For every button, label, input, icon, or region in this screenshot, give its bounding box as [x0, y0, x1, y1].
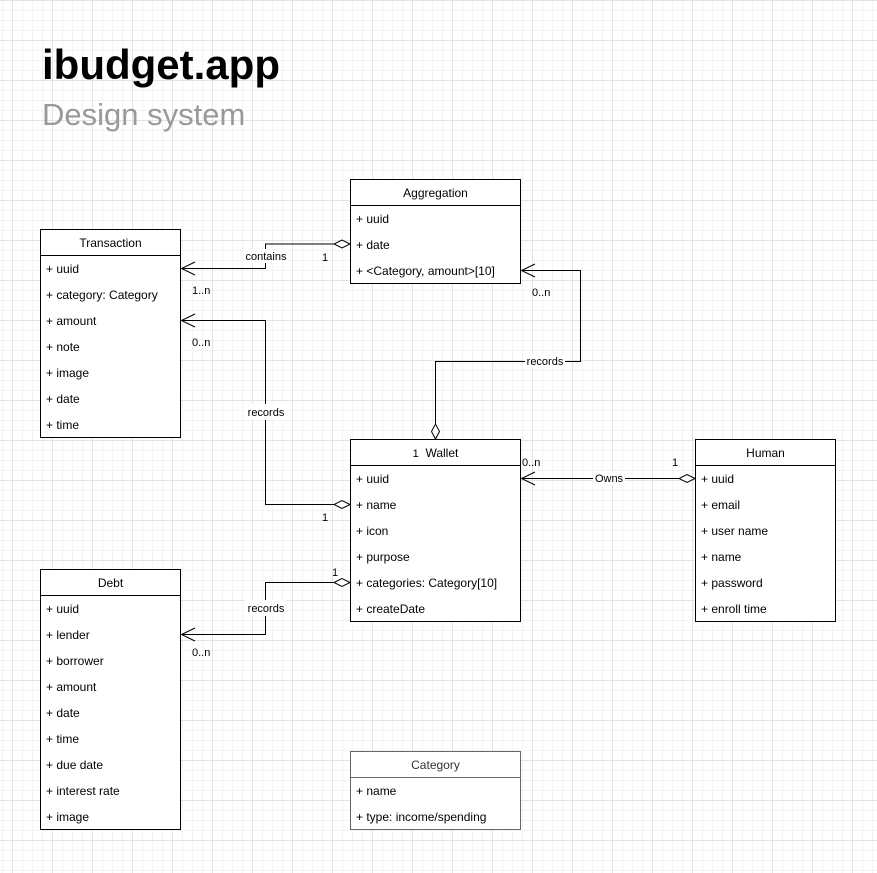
class-attribute: + categories: Category[10] — [356, 576, 498, 590]
multiplicity-label: 1 — [322, 252, 328, 264]
class-attribute: + createDate — [356, 602, 426, 616]
multiplicity-label: 0..n — [192, 337, 210, 349]
class-name: Transaction — [41, 230, 180, 256]
class-attribute: + borrower — [46, 654, 104, 668]
multiplicity-label: 1 — [672, 457, 678, 469]
multiplicity-label: 0..n — [532, 287, 550, 299]
class-attribute: + enroll time — [701, 602, 767, 616]
class-attribute: + icon — [356, 524, 389, 538]
class-attribute: + purpose — [356, 550, 410, 564]
class-attribute: + password — [701, 576, 763, 590]
class-attribute: + <Category, amount>[10] — [356, 264, 495, 278]
aggregation-class[interactable]: Aggregation + uuid + date + <Category, a… — [350, 179, 521, 284]
class-attribute: + category: Category — [46, 288, 158, 302]
multiplicity-label: 1 — [412, 448, 419, 460]
class-name: Human — [696, 440, 835, 466]
aggregation-diamond — [332, 577, 352, 588]
wallet-class[interactable]: 1 Wallet + uuid + name + icon + purpose … — [350, 439, 521, 622]
class-name: Debt — [41, 570, 180, 596]
class-attribute: + uuid — [356, 212, 390, 226]
class-attribute: + uuid — [46, 602, 80, 616]
aggregation-diamond — [332, 239, 352, 249]
human-class[interactable]: Human + uuid + email + user name + name … — [695, 439, 836, 622]
class-header: 1 Wallet — [351, 440, 520, 466]
class-attribute: + uuid — [701, 472, 735, 486]
aggregation-diamond — [430, 422, 441, 441]
multiplicity-label: 1 — [332, 567, 338, 579]
class-attribute: + interest rate — [46, 784, 120, 798]
class-attribute: + note — [46, 340, 80, 354]
relation-label: records — [248, 407, 285, 419]
class-attribute: + email — [701, 498, 741, 512]
class-name: Wallet — [425, 446, 459, 460]
class-attribute: + time — [46, 418, 80, 432]
class-attribute: + date — [46, 392, 80, 406]
multiplicity-label: 0..n — [192, 647, 210, 659]
class-attribute: + amount — [46, 680, 97, 694]
class-attribute: + type: income/spending — [356, 810, 487, 824]
class-attribute: + name — [356, 498, 397, 512]
class-attribute: + time — [46, 732, 80, 746]
class-attribute: + image — [46, 366, 90, 380]
aggregation-diamond — [332, 499, 352, 510]
class-attribute: + date — [356, 238, 390, 252]
category-class[interactable]: Category + name + type: income/spending — [350, 751, 521, 830]
class-name: Category — [351, 752, 520, 778]
class-name: Aggregation — [351, 180, 520, 206]
debt-class[interactable]: Debt + uuid + lender + borrower + amount… — [40, 569, 181, 830]
aggregation-diamond — [677, 473, 697, 484]
relation-label: Owns — [595, 473, 624, 485]
transaction-class[interactable]: Transaction + uuid + category: Category … — [40, 229, 181, 438]
multiplicity-label: 1..n — [192, 285, 210, 297]
class-attribute: + due date — [46, 758, 104, 772]
class-attribute: + image — [46, 810, 90, 824]
class-attribute: + name — [701, 550, 742, 564]
class-attribute: + date — [46, 706, 80, 720]
relation-label: contains — [246, 251, 287, 263]
class-attribute: + name — [356, 784, 397, 798]
class-attribute: + user name — [701, 524, 769, 538]
relation-label: records — [527, 356, 564, 368]
records-connector — [435, 270, 581, 424]
class-attribute: + amount — [46, 314, 97, 328]
multiplicity-label: 1 — [322, 512, 328, 524]
class-attribute: + lender — [46, 628, 90, 642]
relation-label: records — [248, 603, 285, 615]
class-attribute: + uuid — [356, 472, 390, 486]
multiplicity-label: 0..n — [522, 457, 540, 469]
class-attribute: + uuid — [46, 262, 80, 276]
